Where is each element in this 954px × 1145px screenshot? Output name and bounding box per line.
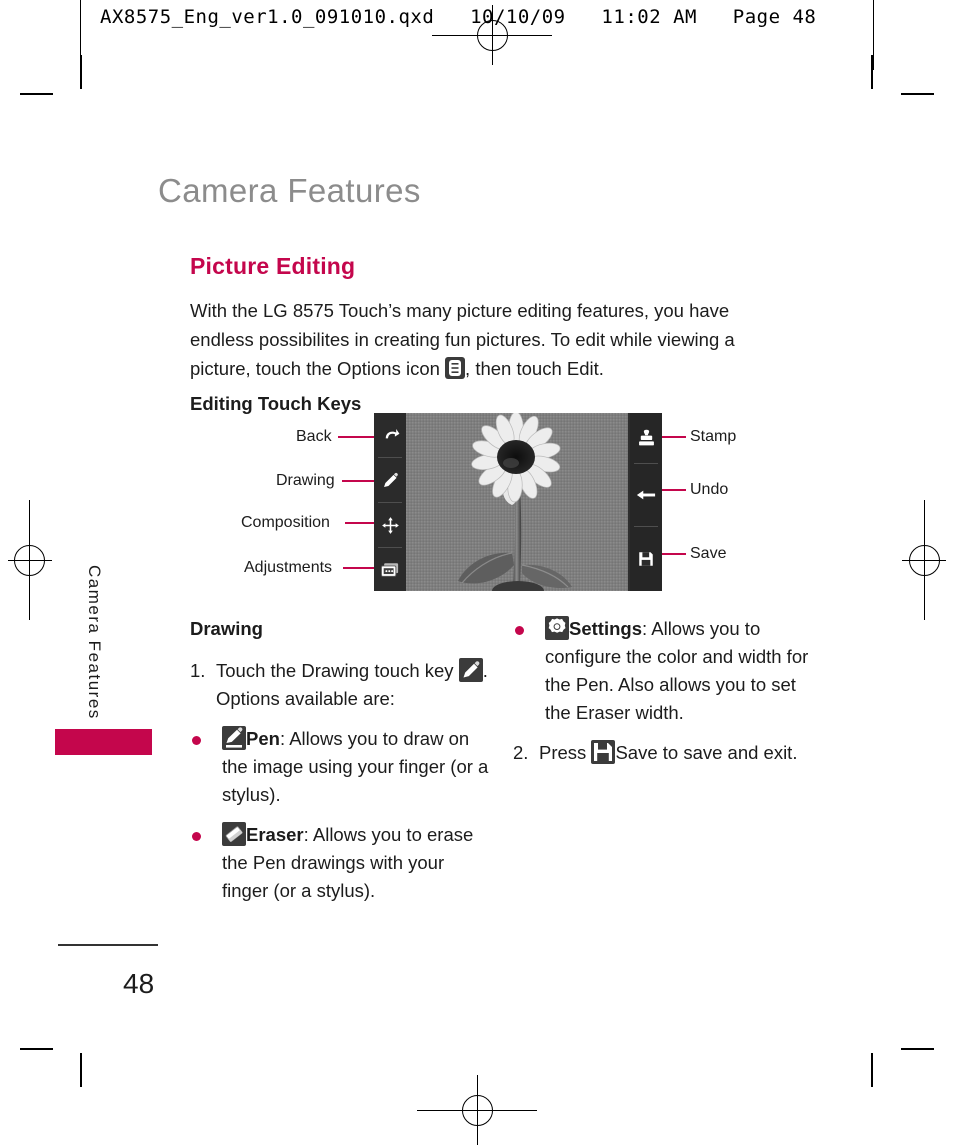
drawing-step-2: 2. Press Save to save and exit. xyxy=(513,739,813,767)
leader-composition xyxy=(345,522,374,524)
diagram-label-composition: Composition xyxy=(241,514,330,531)
diagram-label-stamp: Stamp xyxy=(690,428,737,445)
crop-mark-bl-h xyxy=(20,1048,53,1050)
drawing-heading: Drawing xyxy=(190,618,263,639)
stamp-button[interactable] xyxy=(630,413,662,463)
drawing-step-1: 1. Touch the Drawing touch key . Options… xyxy=(190,657,490,713)
sunflower-photo xyxy=(406,413,628,591)
intro-paragraph: With the LG 8575 Touch’s many picture ed… xyxy=(190,296,784,383)
eraser-icon xyxy=(222,822,246,846)
right-toolbar xyxy=(630,413,662,591)
bullet-settings: Settings: Allows you to configure the co… xyxy=(513,615,813,727)
slug-text: AX8575_Eng_ver1.0_091010.qxd 10/10/09 11… xyxy=(100,6,817,28)
registration-mark-right xyxy=(902,500,946,620)
bullet-pen-term: Pen xyxy=(246,728,280,749)
slug-rule-left xyxy=(80,0,81,70)
registration-mark-bottom xyxy=(417,1075,537,1145)
step-1-text-before: Touch the Drawing touch key xyxy=(216,660,454,681)
side-tab-label: Camera Features xyxy=(85,565,104,720)
intro-text-part2: , then touch Edit. xyxy=(465,357,604,379)
bullet-eraser: Eraser: Allows you to erase the Pen draw… xyxy=(190,821,490,905)
options-icon xyxy=(445,356,466,379)
crop-mark-bl-v xyxy=(80,1053,82,1087)
back-arrow-icon xyxy=(385,428,399,438)
settings-gear-icon xyxy=(545,616,569,640)
undo-button[interactable] xyxy=(630,464,662,526)
section-title: Picture Editing xyxy=(190,253,356,280)
bullet-dot xyxy=(192,736,201,745)
prepress-slug-bar: AX8575_Eng_ver1.0_091010.qxd 10/10/09 11… xyxy=(0,0,954,70)
pencil-icon xyxy=(458,658,483,682)
drawing-button[interactable] xyxy=(374,458,406,502)
composition-button[interactable] xyxy=(374,503,406,547)
diagram-label-undo: Undo xyxy=(690,481,729,498)
diagram-label-adjustments: Adjustments xyxy=(244,559,333,576)
bullet-pen: Pen: Allows you to draw on the image usi… xyxy=(190,725,490,809)
adjustments-button[interactable] xyxy=(374,548,406,591)
leader-stamp xyxy=(662,436,686,438)
leader-drawing xyxy=(342,480,374,482)
phone-screen-preview xyxy=(374,413,662,591)
leader-adjustments xyxy=(343,567,374,569)
crop-mark-tr-h xyxy=(901,93,934,95)
slug-rule-right xyxy=(873,0,874,70)
floppy-save-icon xyxy=(591,740,616,764)
registration-mark-left xyxy=(8,500,52,620)
footer-rule xyxy=(58,944,158,946)
diagram-label-back: Back xyxy=(296,428,332,445)
page-number: 48 xyxy=(123,968,155,999)
crop-mark-tl-h xyxy=(20,93,53,95)
crop-mark-br-v xyxy=(871,1053,873,1087)
pen-icon xyxy=(222,726,246,750)
step-2-number: 2. xyxy=(513,742,529,763)
drawing-section: Drawing 1. Touch the Drawing touch key .… xyxy=(190,615,490,917)
leader-save xyxy=(662,553,686,555)
bullet-dot xyxy=(515,626,524,635)
step-2-text-before: Press xyxy=(539,742,587,763)
stamp-icon xyxy=(638,429,654,445)
crop-mark-br-h xyxy=(901,1048,934,1050)
back-button[interactable] xyxy=(374,413,406,457)
bullet-settings-term: Settings xyxy=(569,618,642,639)
page-title: Camera Features xyxy=(158,172,421,210)
undo-arrow-icon xyxy=(636,490,656,500)
pencil-icon xyxy=(383,472,398,487)
bullet-eraser-term: Eraser xyxy=(246,824,304,845)
save-button[interactable] xyxy=(630,527,662,591)
move-arrows-icon xyxy=(381,516,399,534)
editing-touch-keys-subhead: Editing Touch Keys xyxy=(190,392,362,414)
left-toolbar xyxy=(374,413,406,591)
floppy-save-icon xyxy=(639,552,653,566)
step-2-text-after: Save to save and exit. xyxy=(615,742,798,763)
diagram-label-drawing: Drawing xyxy=(276,472,335,489)
side-tab-bar xyxy=(55,729,152,755)
step-1-number: 1. xyxy=(190,660,206,681)
leader-undo xyxy=(662,489,686,491)
diagram-label-save: Save xyxy=(690,545,727,562)
leader-back xyxy=(338,436,374,438)
settings-section: Settings: Allows you to configure the co… xyxy=(513,615,813,779)
bullet-dot xyxy=(192,832,201,841)
adjustments-icon xyxy=(381,562,399,577)
